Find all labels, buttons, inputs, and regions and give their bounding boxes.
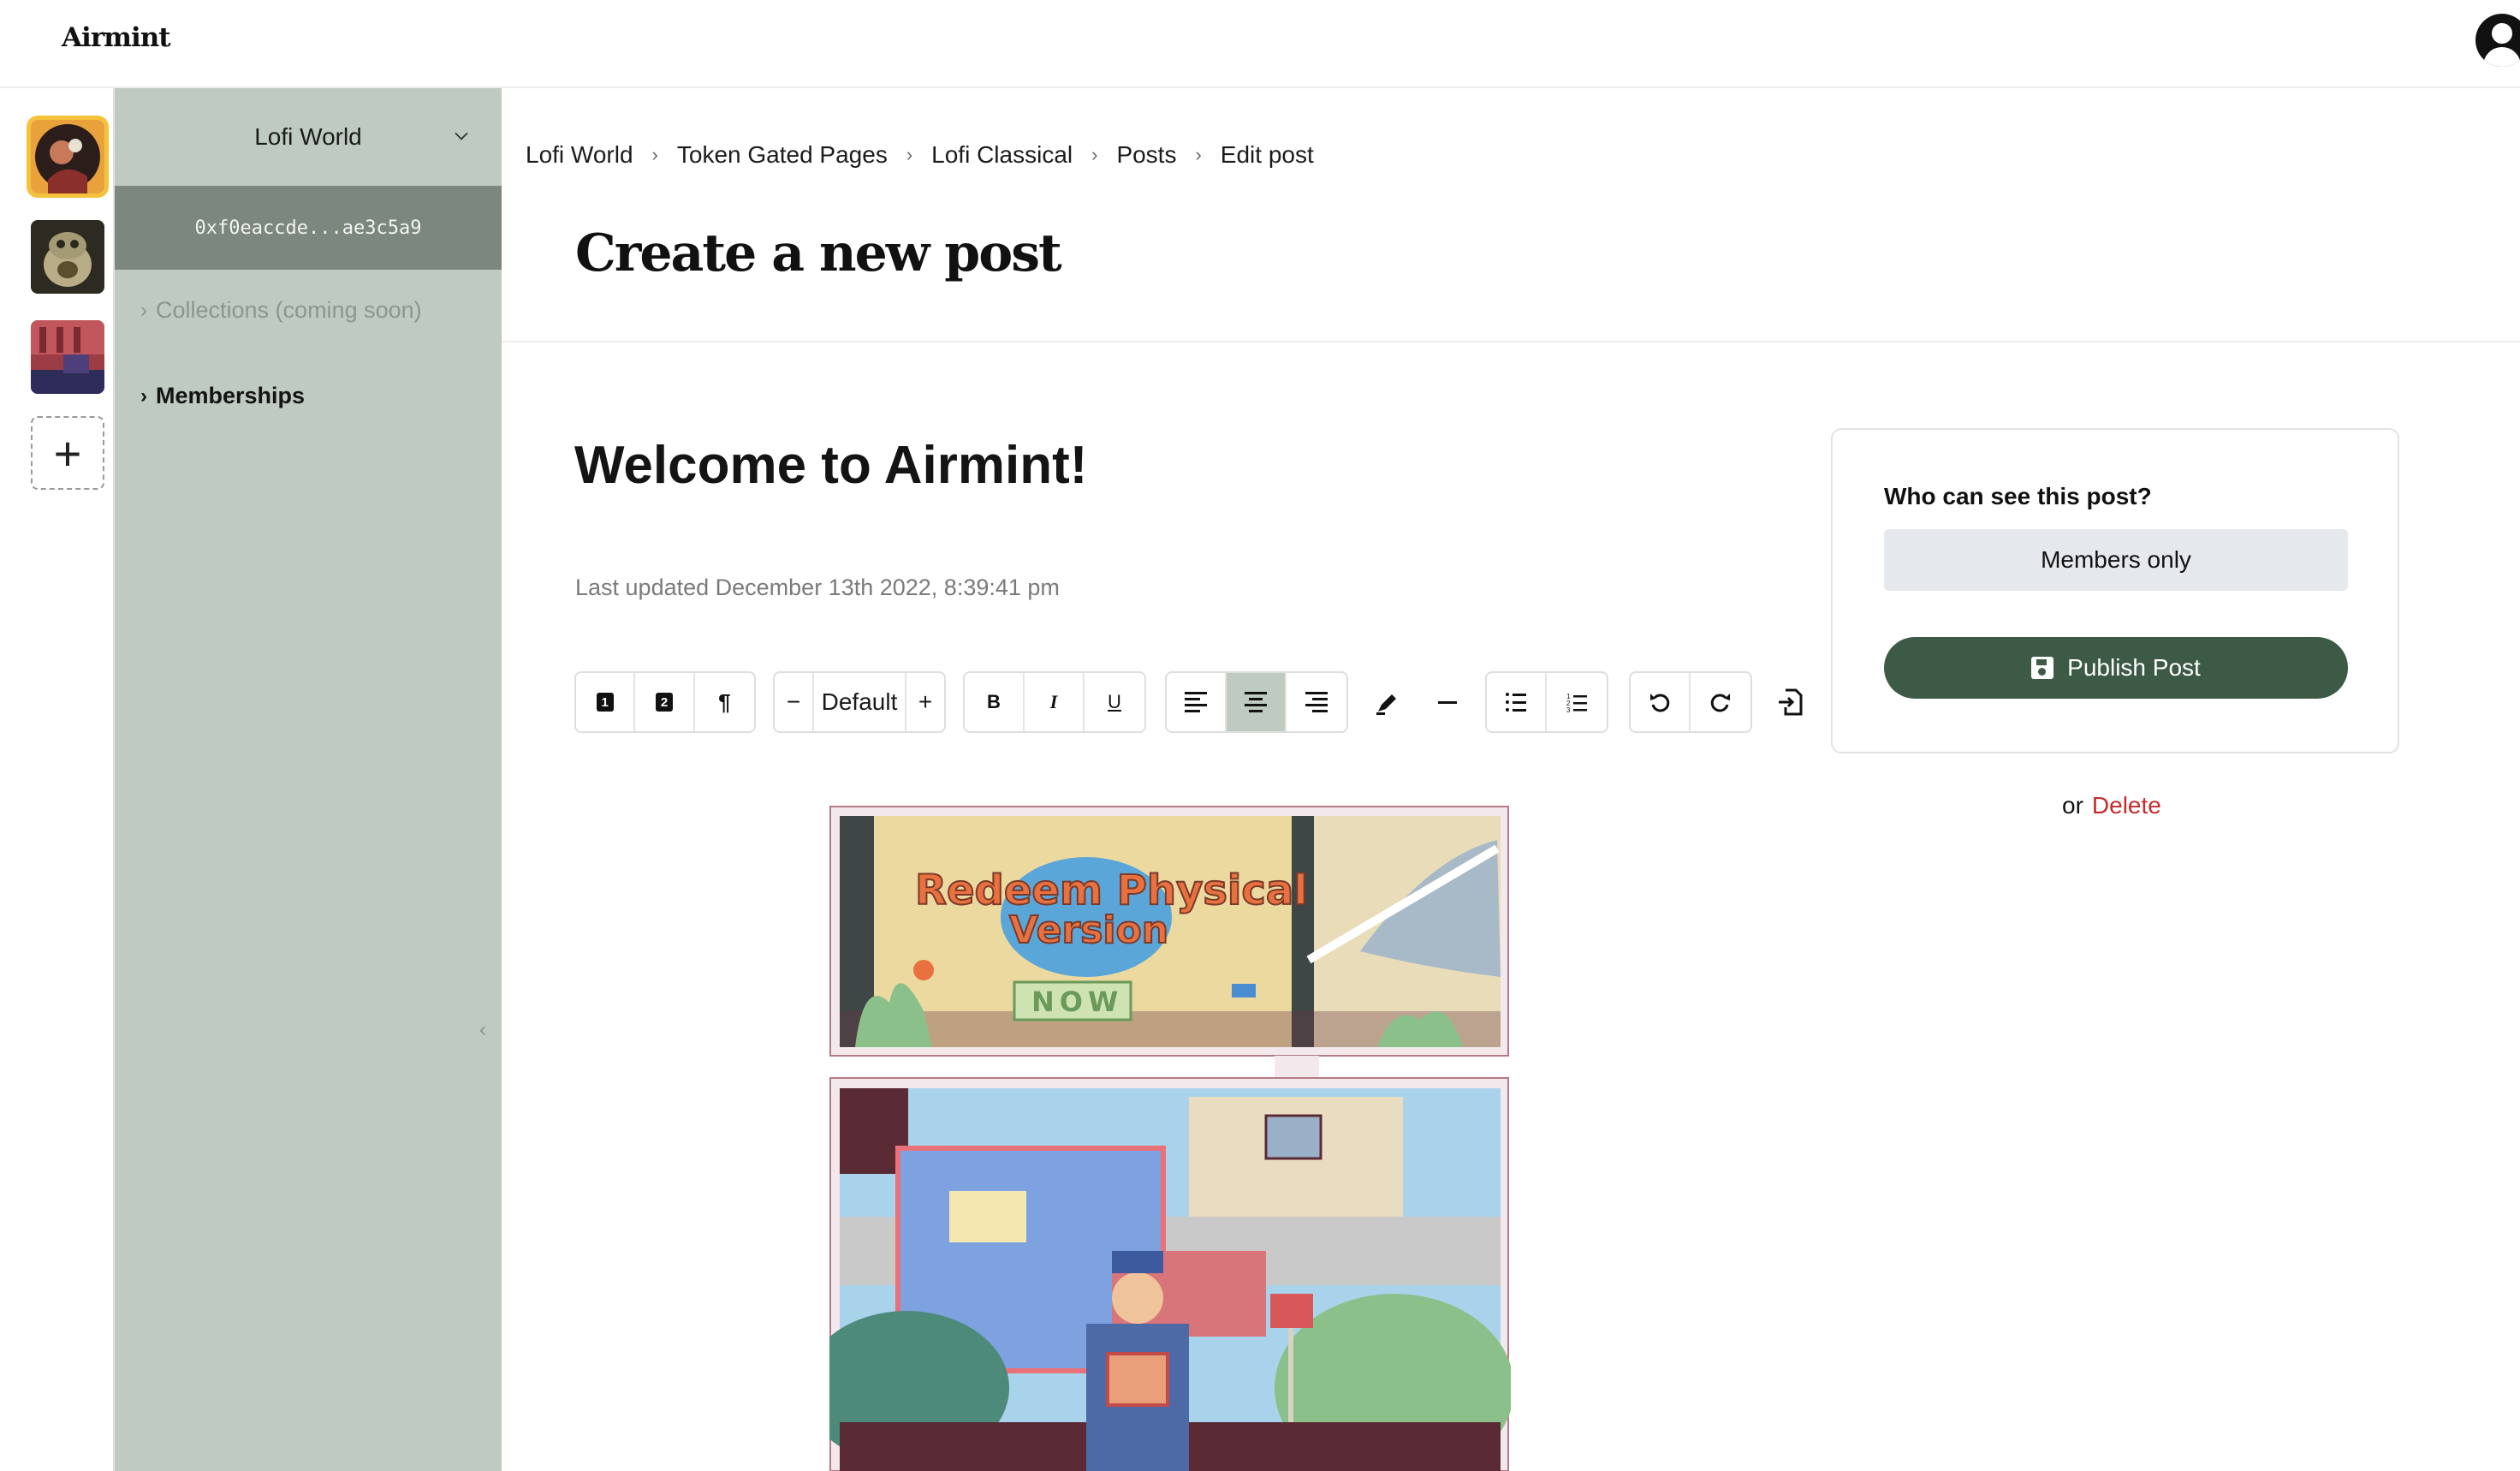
owl-avatar-icon (31, 220, 104, 294)
lofi-world-avatar-icon (31, 120, 104, 194)
breadcrumb: Lofi World › Token Gated Pages › Lofi Cl… (526, 141, 1314, 169)
pixel-room-avatar-icon (31, 320, 104, 394)
highlight-button[interactable] (1362, 671, 1413, 733)
community-rail: + (0, 88, 115, 1471)
list-group: 1 2 3 (1485, 671, 1608, 733)
breadcrumb-lofi-world[interactable]: Lofi World (526, 141, 633, 169)
visibility-selected-value: Members only (2041, 546, 2191, 573)
bold-icon: B (987, 691, 1001, 712)
redo-button[interactable] (1691, 673, 1750, 731)
rail-item-pixel-room[interactable] (31, 320, 104, 394)
chevron-right-icon: › (140, 384, 147, 408)
align-center-button[interactable] (1227, 673, 1287, 731)
sidebar-item-collections: › Collections (coming soon) (140, 297, 422, 324)
italic-button[interactable]: I (1025, 673, 1085, 731)
wallet-address-text: 0xf0eaccde...ae3c5a9 (194, 217, 422, 239)
paragraph-icon: ¶ (718, 688, 731, 715)
rail-item-owl[interactable] (31, 220, 104, 294)
breadcrumb-token-gated-pages[interactable]: Token Gated Pages (677, 141, 888, 169)
bullet-list-button[interactable] (1487, 673, 1547, 731)
italic-icon: I (1049, 691, 1058, 712)
sidebar-item-label: Memberships (156, 383, 306, 408)
delete-row: or Delete (2062, 792, 2161, 819)
ordered-list-button[interactable]: 1 2 3 (1547, 673, 1607, 731)
block-type-group: 1 2 ¶ (574, 671, 756, 733)
breadcrumb-posts[interactable]: Posts (1116, 141, 1176, 169)
undo-icon (1650, 694, 1670, 712)
page-title: Create a new post (575, 223, 1062, 283)
delete-link[interactable]: Delete (2092, 792, 2161, 819)
chevron-right-icon: › (1195, 144, 1202, 165)
chevron-right-icon: › (906, 144, 913, 165)
publish-label: Publish Post (2067, 654, 2201, 681)
add-community-button[interactable]: + (31, 416, 104, 490)
heading-2-icon: 2 (656, 693, 674, 712)
chevron-right-icon: › (1091, 144, 1098, 165)
top-bar: Airmint (0, 0, 2520, 88)
chevron-right-icon: › (140, 298, 147, 322)
save-icon (2031, 657, 2054, 679)
visibility-title: Who can see this post? (1884, 483, 2152, 509)
community-switcher[interactable]: Lofi World (115, 88, 502, 186)
font-size-decrease-button[interactable]: − (775, 673, 812, 731)
heading-1-icon: 1 (596, 693, 614, 712)
redeem-physical-illustration: Redeem Physical Version NOW (804, 806, 1514, 1471)
svg-text:3: 3 (1566, 706, 1571, 713)
align-right-icon (1305, 692, 1328, 712)
user-profile-icon[interactable] (2475, 14, 2520, 67)
redo-icon (1710, 694, 1730, 712)
underline-button[interactable]: U (1085, 673, 1144, 731)
horizontal-rule-icon (1438, 700, 1457, 704)
collapse-sidebar-icon[interactable]: ‹ (479, 1018, 486, 1042)
app-logo[interactable]: Airmint (62, 22, 171, 53)
underline-icon: U (1108, 691, 1121, 712)
sidebar-item-label: Collections (coming soon) (156, 297, 422, 323)
post-title-input[interactable]: Welcome to Airmint! (574, 435, 1087, 496)
or-label: or (2062, 792, 2083, 819)
font-size-increase-button[interactable]: + (906, 673, 944, 731)
horizontal-rule-button[interactable] (1422, 671, 1473, 733)
heading-2-button[interactable]: 2 (635, 673, 695, 731)
bold-button[interactable]: B (965, 673, 1025, 731)
file-import-icon (1779, 688, 1803, 716)
last-updated-text: Last updated December 13th 2022, 8:39:41… (575, 575, 1060, 600)
undo-button[interactable] (1631, 673, 1691, 731)
rail-item-lofi-world[interactable] (31, 120, 104, 194)
community-sidebar: Lofi World 0xf0eaccde...ae3c5a9 › Collec… (115, 88, 502, 1471)
align-left-icon (1185, 692, 1207, 712)
font-size-group: − Default + (773, 671, 946, 733)
paragraph-button[interactable]: ¶ (695, 673, 754, 731)
sidebar-item-memberships[interactable]: › Memberships (140, 383, 305, 409)
publish-post-button[interactable]: Publish Post (1884, 637, 2348, 699)
highlighter-icon (1376, 694, 1396, 715)
text-style-group: B I U (963, 671, 1146, 733)
font-size-value[interactable]: Default (812, 673, 906, 731)
visibility-select[interactable]: Members only (1884, 529, 2348, 591)
chevron-right-icon: › (651, 144, 658, 165)
now-text: NOW (1031, 986, 1123, 1018)
ordered-list-icon: 1 2 3 (1566, 693, 1587, 713)
community-name: Lofi World (254, 123, 362, 150)
visibility-panel: Who can see this post? Members only Publ… (1831, 428, 2399, 753)
align-left-button[interactable] (1167, 673, 1227, 731)
align-right-button[interactable] (1287, 673, 1346, 731)
wallet-address[interactable]: 0xf0eaccde...ae3c5a9 (115, 186, 502, 270)
alignment-group (1165, 671, 1348, 733)
align-center-icon (1245, 692, 1267, 712)
bullet-list-icon (1506, 693, 1526, 712)
history-group (1629, 671, 1752, 733)
plus-icon: + (53, 426, 82, 480)
post-image[interactable]: Redeem Physical Version NOW (804, 806, 1514, 1471)
breadcrumb-lofi-classical[interactable]: Lofi Classical (931, 141, 1073, 169)
main-content: Lofi World › Token Gated Pages › Lofi Cl… (502, 88, 2520, 1471)
heading-1-button[interactable]: 1 (576, 673, 636, 731)
breadcrumb-edit-post: Edit post (1220, 141, 1314, 168)
header-divider (502, 341, 2520, 342)
redeem-text: Redeem Physical (915, 867, 1308, 914)
version-text: Version (1009, 908, 1168, 952)
insert-file-button[interactable] (1764, 671, 1816, 733)
